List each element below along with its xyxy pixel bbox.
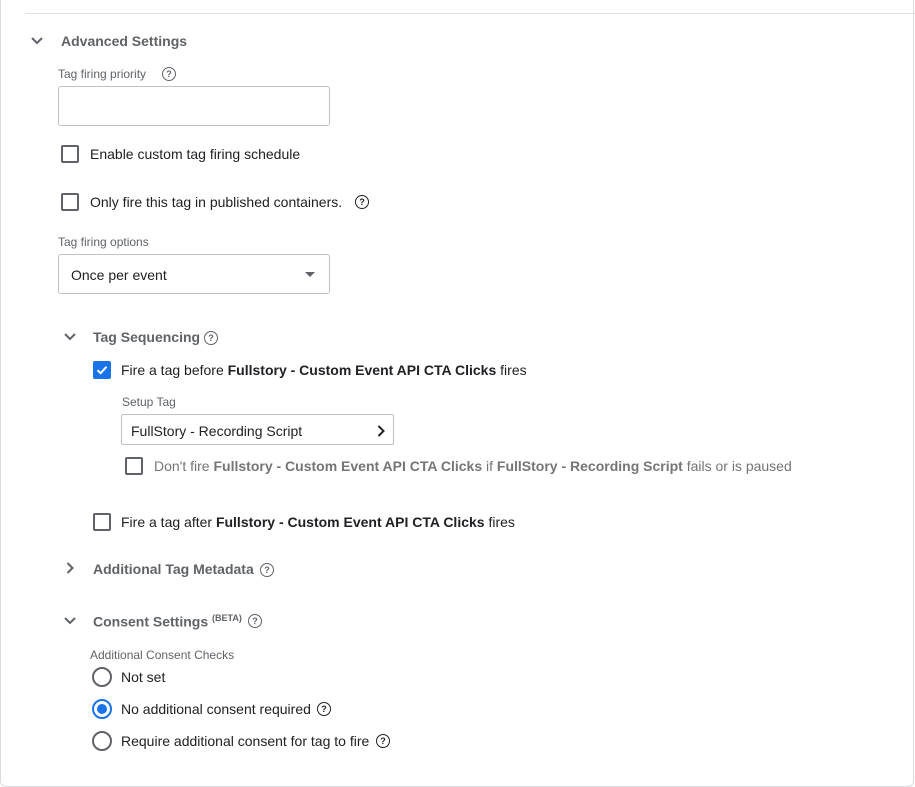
- consent-checks-label: Additional Consent Checks: [90, 648, 235, 662]
- firing-options-value: Once per event: [71, 267, 167, 283]
- chevron-down-icon[interactable]: [62, 329, 78, 345]
- question-circle-icon[interactable]: ?: [376, 734, 390, 748]
- chevron-down-icon[interactable]: [29, 33, 45, 49]
- radio-require-consent[interactable]: [92, 731, 112, 751]
- tag-metadata-title[interactable]: Additional Tag Metadata: [93, 561, 254, 577]
- radio-not-set[interactable]: [92, 667, 112, 687]
- fire-before-label: Fire a tag before Fullstory - Custom Eve…: [121, 362, 527, 378]
- radio-not-set-label: Not set: [121, 669, 166, 685]
- published-only-checkbox[interactable]: [61, 193, 79, 211]
- radio-require-consent-label: Require additional consent for tag to fi…: [121, 733, 370, 749]
- priority-input[interactable]: [58, 86, 330, 126]
- caret-down-icon: [305, 272, 315, 277]
- beta-badge: (BETA): [212, 613, 242, 623]
- question-circle-icon[interactable]: ?: [355, 195, 369, 209]
- question-circle-icon[interactable]: ?: [204, 331, 218, 345]
- question-circle-icon[interactable]: ?: [162, 67, 176, 81]
- setup-tag-selector[interactable]: FullStory - Recording Script: [121, 414, 394, 445]
- question-circle-icon[interactable]: ?: [317, 702, 331, 716]
- published-only-label: Only fire this tag in published containe…: [90, 194, 343, 210]
- setup-tag-value: FullStory - Recording Script: [131, 423, 303, 439]
- consent-settings-title[interactable]: Consent Settings (BETA): [93, 613, 242, 630]
- dont-fire-checkbox[interactable]: [125, 457, 143, 475]
- divider: [25, 13, 915, 14]
- priority-label: Tag firing priority: [58, 67, 147, 81]
- chevron-down-icon[interactable]: [62, 613, 78, 629]
- custom-schedule-checkbox[interactable]: [61, 145, 79, 163]
- question-circle-icon[interactable]: ?: [248, 614, 262, 628]
- chevron-right-icon: [377, 424, 385, 442]
- radio-no-additional-consent[interactable]: [92, 699, 112, 719]
- advanced-settings-panel: Advanced Settings Tag firing priority ? …: [0, 0, 915, 787]
- firing-options-select[interactable]: Once per event: [58, 254, 330, 294]
- radio-no-additional-consent-label: No additional consent required: [121, 701, 311, 717]
- fire-after-label: Fire a tag after Fullstory - Custom Even…: [121, 514, 515, 530]
- dont-fire-label: Don't fire Fullstory - Custom Event API …: [154, 458, 792, 474]
- question-circle-icon[interactable]: ?: [260, 563, 274, 577]
- advanced-settings-title[interactable]: Advanced Settings: [61, 33, 187, 49]
- chevron-right-icon[interactable]: [62, 560, 78, 576]
- custom-schedule-label: Enable custom tag firing schedule: [90, 146, 301, 162]
- firing-options-label: Tag firing options: [58, 235, 149, 249]
- setup-tag-label: Setup Tag: [122, 395, 176, 409]
- tag-sequencing-title[interactable]: Tag Sequencing: [93, 329, 200, 345]
- fire-after-checkbox[interactable]: [93, 513, 111, 531]
- fire-before-checkbox[interactable]: [93, 361, 111, 379]
